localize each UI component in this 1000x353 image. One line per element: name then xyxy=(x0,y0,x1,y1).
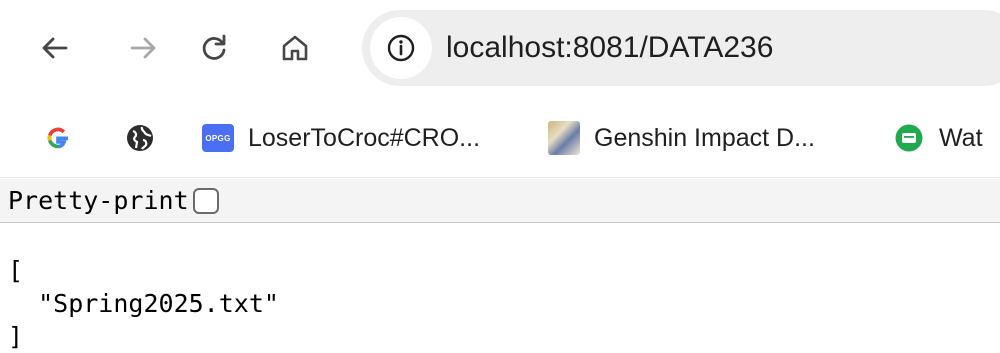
genshin-icon xyxy=(548,121,580,155)
arrow-left-icon xyxy=(42,37,68,59)
forward-button[interactable] xyxy=(117,22,169,74)
globe-icon xyxy=(124,122,156,154)
pretty-print-label: Pretty-print xyxy=(8,186,189,215)
pretty-print-bar: Pretty-print xyxy=(0,179,1000,223)
address-bar[interactable]: localhost:8081/DATA236 xyxy=(362,10,1000,86)
browser-toolbar: localhost:8081/DATA236 xyxy=(0,0,1000,98)
reload-button[interactable] xyxy=(188,22,240,74)
bookmark-label: LoserToCroc#CRO... xyxy=(248,123,481,152)
bookmark-label: Genshin Impact D... xyxy=(594,123,815,152)
opgg-icon: OPGG xyxy=(202,124,234,152)
json-open-bracket: [ xyxy=(8,256,24,285)
url-text[interactable]: localhost:8081/DATA236 xyxy=(446,10,773,86)
site-info-button[interactable] xyxy=(370,17,432,79)
bookmarks-bar: OPGG LoserToCroc#CRO... Genshin Impact D… xyxy=(0,98,1000,178)
bookmark-genshin[interactable]: Genshin Impact D... xyxy=(548,98,815,178)
json-close-bracket: ] xyxy=(8,322,24,351)
json-array-item: "Spring2025.txt" xyxy=(8,289,279,318)
reload-icon xyxy=(202,34,226,60)
home-icon xyxy=(282,35,308,61)
home-button[interactable] xyxy=(269,22,321,74)
bookmark-opgg[interactable]: OPGG LoserToCroc#CRO... xyxy=(202,98,480,178)
arrow-right-icon xyxy=(130,37,156,59)
chat-icon xyxy=(893,122,925,154)
info-icon xyxy=(387,34,415,62)
bookmark-globe[interactable] xyxy=(124,98,156,178)
back-button[interactable] xyxy=(29,22,81,74)
bookmark-label: Wat xyxy=(939,123,983,152)
bookmark-wat[interactable]: Wat xyxy=(893,98,983,178)
google-icon xyxy=(42,122,74,154)
pretty-print-checkbox[interactable] xyxy=(192,187,219,214)
json-content: [ "Spring2025.txt"] xyxy=(8,254,279,353)
bookmark-google[interactable] xyxy=(42,98,74,178)
